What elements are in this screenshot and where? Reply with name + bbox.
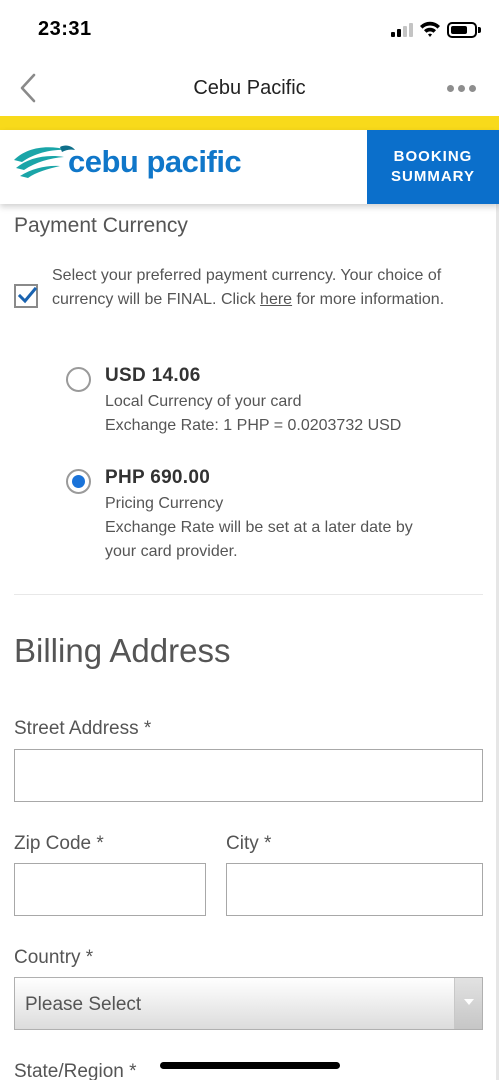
country-label: Country * — [14, 947, 94, 968]
status-bar: 23:31 — [0, 0, 499, 60]
state-region-label: State/Region * — [14, 1061, 137, 1080]
more-info-link[interactable]: here — [260, 291, 292, 308]
nav-title: Cebu Pacific — [193, 77, 306, 99]
section-divider — [14, 594, 483, 595]
home-indicator[interactable] — [160, 1062, 340, 1069]
battery-icon — [447, 22, 481, 38]
booking-summary-button[interactable]: BOOKING SUMMARY — [367, 130, 499, 204]
currency-option-usd-radio[interactable] — [66, 367, 91, 392]
currency-option-usd-description: Local Currency of your card — [105, 393, 302, 410]
more-options-icon[interactable] — [444, 80, 480, 96]
cellular-signal-icon — [391, 23, 415, 37]
currency-option-usd-amount: USD 14.06 — [105, 365, 201, 386]
brand-header: cebu pacific BOOKING SUMMARY — [0, 130, 499, 204]
checkmark-icon — [17, 286, 37, 304]
street-address-input[interactable] — [14, 749, 483, 802]
currency-option-php-description: Pricing Currency — [105, 495, 224, 512]
country-select-value: Please Select — [25, 994, 142, 1015]
booking-summary-label-line2: SUMMARY — [391, 168, 475, 185]
brand-accent-band — [0, 116, 499, 130]
currency-disclaimer: Select your preferred payment currency. … — [52, 264, 482, 312]
currency-option-usd-exchange-rate: Exchange Rate: 1 PHP = 0.0203732 USD — [105, 417, 402, 434]
logo-wordmark: cebu pacific — [68, 144, 242, 179]
city-label: City * — [226, 833, 272, 854]
payment-currency-title: Payment Currency — [14, 214, 188, 237]
currency-option-php-exchange-note: Exchange Rate will be set at a later dat… — [105, 519, 413, 536]
disclaimer-text-after: for more information. — [292, 291, 445, 308]
cebu-pacific-bird-logo-icon — [14, 145, 75, 178]
city-input[interactable] — [226, 863, 483, 916]
wifi-icon — [420, 21, 440, 37]
zip-code-input[interactable] — [14, 863, 206, 916]
caret-down-icon — [464, 999, 474, 1005]
currency-option-php-radio[interactable] — [66, 469, 91, 494]
currency-option-php-amount: PHP 690.00 — [105, 467, 211, 488]
country-select[interactable]: Please Select — [14, 977, 483, 1030]
zip-code-label: Zip Code * — [14, 833, 104, 854]
billing-address-title: Billing Address — [14, 632, 231, 669]
street-address-label: Street Address * — [14, 718, 152, 739]
nav-bar: Cebu Pacific — [0, 60, 499, 116]
dropdown-arrow-button[interactable] — [454, 978, 482, 1029]
status-time: 23:31 — [38, 18, 92, 40]
currency-option-php-exchange-note-cont: your card provider. — [105, 543, 238, 560]
currency-consent-checkbox[interactable] — [14, 284, 38, 308]
booking-summary-label-line1: BOOKING — [393, 148, 473, 165]
